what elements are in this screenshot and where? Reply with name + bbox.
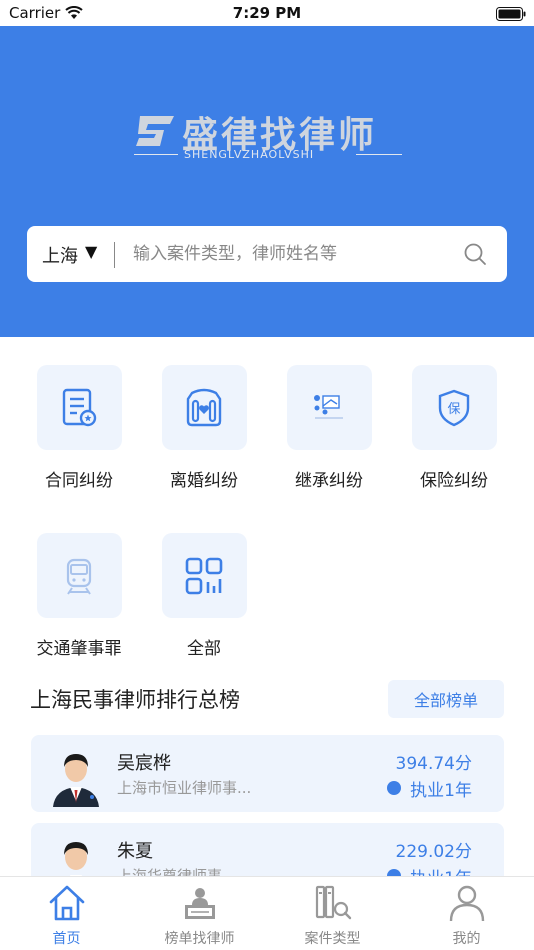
insurance-shield-icon: 保	[411, 365, 497, 450]
tab-home[interactable]: 首页	[0, 877, 133, 950]
contract-icon	[36, 365, 122, 450]
logo-rule-right	[356, 154, 402, 155]
hero-banner: 盛律找律师 SHENGLVZHAOLVSHI 上海 ▼	[0, 26, 534, 337]
tab-label: 案件类型	[304, 931, 361, 947]
tab-lawyer-ranking[interactable]: 榜单找律师	[133, 877, 266, 950]
brand-subtitle: SHENGLVZHAOLVSHI	[184, 148, 315, 161]
tab-label: 首页	[52, 931, 81, 947]
lawyer-score: 394.74分	[395, 754, 472, 774]
all-rankings-button[interactable]: 全部榜单	[388, 680, 504, 718]
inheritance-icon	[286, 365, 372, 450]
category-contract[interactable]: 合同纠纷	[29, 365, 129, 491]
all-grid-icon	[161, 533, 247, 618]
category-label: 合同纠纷	[45, 471, 113, 491]
category-label: 全部	[187, 639, 221, 659]
tab-profile[interactable]: 我的	[400, 877, 533, 950]
lawyer-name: 吴宸桦	[117, 753, 171, 774]
lawyer-card[interactable]: 吴宸桦 上海市恒业律师事... 394.74分 执业1年	[31, 735, 504, 812]
category-label: 交通肇事罪	[36, 639, 122, 659]
category-label: 保险纠纷	[420, 471, 488, 491]
search-bar: 上海 ▼	[27, 226, 507, 282]
case-type-icon	[313, 883, 353, 923]
tab-case-type[interactable]: 案件类型	[266, 877, 399, 950]
marriage-icon	[161, 365, 247, 450]
profile-icon	[447, 883, 487, 923]
category-traffic[interactable]: 交通肇事罪	[29, 533, 129, 659]
category-insurance[interactable]: 保 保险纠纷	[404, 365, 504, 491]
home-icon	[47, 883, 87, 923]
search-input[interactable]	[133, 238, 453, 270]
category-all[interactable]: 全部	[154, 533, 254, 659]
category-label: 离婚纠纷	[170, 471, 238, 491]
brand-logo: 盛律找律师 SHENGLVZHAOLVSHI	[134, 104, 404, 174]
ranking-title: 上海民事律师排行总榜	[30, 688, 240, 712]
lawyer-ranking-icon	[180, 883, 220, 923]
tab-label: 榜单找律师	[164, 931, 235, 947]
status-bar: Carrier 7:29 PM	[0, 0, 534, 26]
brand-logo-mark-icon	[136, 116, 174, 146]
clock: 7:29 PM	[232, 4, 302, 22]
category-inheritance[interactable]: 继承纠纷	[279, 365, 379, 491]
city-selector[interactable]: 上海	[42, 242, 78, 268]
city-dropdown-icon[interactable]: ▼	[85, 242, 97, 261]
train-icon	[36, 533, 122, 618]
lawyer-experience: 执业1年	[410, 781, 472, 801]
experience-dot-icon	[387, 781, 401, 795]
lawyer-firm: 上海市恒业律师事...	[117, 779, 252, 797]
lawyer-name: 朱夏	[117, 841, 153, 862]
category-label: 继承纠纷	[295, 471, 363, 491]
tab-label: 我的	[452, 931, 481, 947]
search-divider	[114, 242, 115, 268]
avatar	[49, 745, 103, 807]
tab-bar: 首页 榜单找律师 案件类型 我的	[0, 876, 534, 950]
search-icon[interactable]	[463, 242, 487, 270]
battery-icon	[496, 6, 526, 25]
lawyer-score: 229.02分	[395, 842, 472, 862]
svg-text:保: 保	[447, 402, 460, 417]
logo-rule-left	[134, 154, 178, 155]
category-divorce[interactable]: 离婚纠纷	[154, 365, 254, 491]
